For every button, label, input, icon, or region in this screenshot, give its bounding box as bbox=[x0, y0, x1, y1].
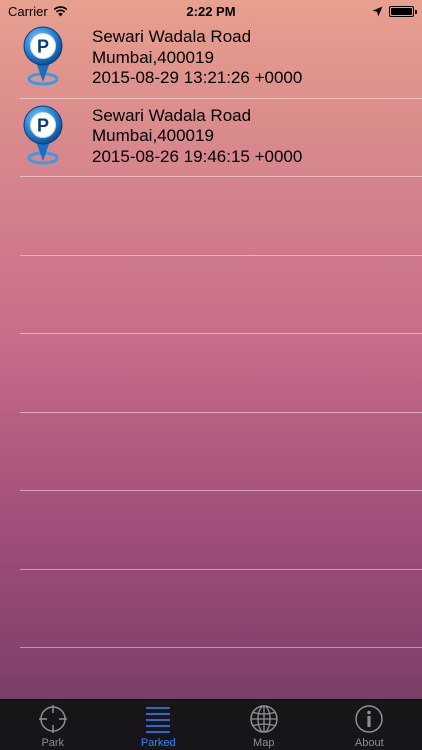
tab-label: Parked bbox=[140, 737, 176, 749]
empty-row bbox=[20, 413, 422, 491]
tab-parked[interactable]: Parked bbox=[106, 700, 212, 750]
parking-pin-icon: P bbox=[23, 26, 63, 86]
list-item[interactable]: P Sewari Wadala Road Mumbai,400019 2015-… bbox=[20, 20, 422, 99]
list-item-text: Sewari Wadala Road Mumbai,400019 2015-08… bbox=[92, 27, 302, 89]
tab-about[interactable]: About bbox=[317, 700, 422, 750]
empty-row bbox=[20, 491, 422, 570]
tab-map[interactable]: Map bbox=[211, 700, 317, 750]
battery-icon bbox=[389, 5, 417, 17]
city-label: Mumbai,400019 bbox=[92, 126, 214, 145]
status-right bbox=[372, 5, 417, 17]
wifi-icon bbox=[53, 5, 68, 16]
svg-text:P: P bbox=[37, 115, 49, 135]
tab-label: About bbox=[354, 737, 384, 749]
timestamp-label: 2015-08-26 19:46:15 +0000 bbox=[92, 146, 303, 166]
city-label: Mumbai,400019 bbox=[92, 47, 214, 67]
street-label: Sewari Wadala Road bbox=[92, 105, 252, 125]
carrier-label: Carrier bbox=[8, 3, 48, 19]
tab-label: Map bbox=[253, 737, 275, 749]
parked-list: P Sewari Wadala Road Mumbai,400019 2015-… bbox=[0, 20, 422, 648]
timestamp-label: 2015-08-29 13:21:26 +0000 bbox=[92, 68, 303, 87]
empty-row bbox=[20, 334, 422, 413]
list-item[interactable]: P Sewari Wadala Road Mumbai,400019 2015-… bbox=[20, 99, 422, 177]
location-arrow-icon bbox=[372, 6, 383, 16]
tab-label: Park bbox=[41, 737, 65, 749]
status-left: Carrier bbox=[8, 4, 68, 19]
empty-row bbox=[20, 570, 422, 648]
empty-row bbox=[20, 256, 422, 334]
list-icon bbox=[146, 707, 171, 733]
parking-pin-icon: P bbox=[23, 105, 63, 164]
street-label: Sewari Wadala Road bbox=[92, 27, 252, 46]
tab-bar: Park Parked Map About bbox=[0, 699, 422, 750]
tab-park[interactable]: Park bbox=[0, 700, 106, 750]
status-bar: Carrier 2:22 PM bbox=[0, 0, 422, 22]
info-icon bbox=[355, 705, 383, 733]
list-item-text: Sewari Wadala Road Mumbai,400019 2015-08… bbox=[92, 106, 302, 168]
svg-text:P: P bbox=[37, 37, 49, 57]
globe-icon bbox=[250, 705, 278, 733]
crosshair-icon bbox=[38, 705, 67, 733]
empty-row bbox=[20, 177, 422, 256]
